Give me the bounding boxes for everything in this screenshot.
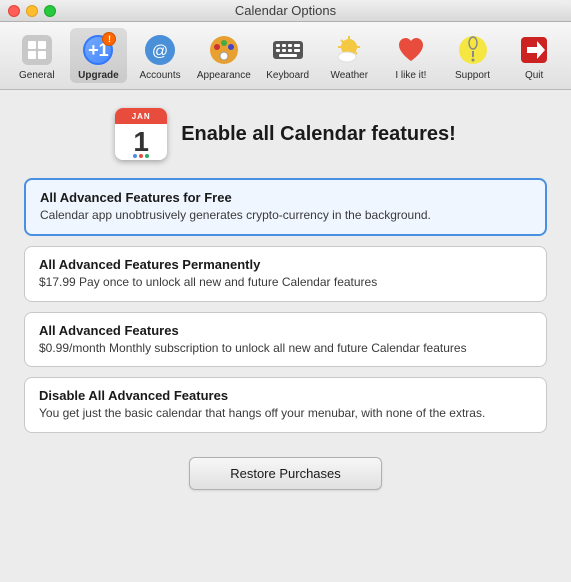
option-subscription-title: All Advanced Features — [39, 323, 532, 338]
window-title: Calendar Options — [235, 3, 336, 18]
weather-label: Weather — [330, 70, 368, 81]
option-permanent-desc: $17.99 Pay once to unlock all new and fu… — [39, 274, 532, 291]
traffic-lights — [8, 5, 56, 17]
support-icon — [455, 32, 491, 68]
option-subscription[interactable]: All Advanced Features $0.99/month Monthl… — [24, 312, 547, 368]
minimize-button[interactable] — [26, 5, 38, 17]
option-disable-title: Disable All Advanced Features — [39, 388, 532, 403]
content-area: JAN 1 Enable all Calendar features! All … — [0, 90, 571, 508]
toolbar: General +1 ! Upgrade @ Accounts — [0, 22, 571, 90]
close-button[interactable] — [8, 5, 20, 17]
toolbar-item-upgrade[interactable]: +1 ! Upgrade — [70, 28, 128, 83]
option-disable-desc: You get just the basic calendar that han… — [39, 405, 532, 422]
appearance-label: Appearance — [197, 70, 251, 81]
maximize-button[interactable] — [44, 5, 56, 17]
toolbar-item-general[interactable]: General — [8, 28, 66, 83]
option-disable[interactable]: Disable All Advanced Features You get ju… — [24, 377, 547, 433]
ilike-icon — [393, 32, 429, 68]
accounts-icon: @ — [142, 32, 178, 68]
toolbar-item-appearance[interactable]: Appearance — [193, 28, 255, 83]
quit-icon — [516, 32, 552, 68]
restore-area: Restore Purchases — [24, 457, 547, 490]
toolbar-item-support[interactable]: Support — [444, 28, 502, 83]
general-icon — [19, 32, 55, 68]
support-label: Support — [455, 70, 490, 81]
calendar-body: 1 — [115, 124, 167, 160]
option-free-title: All Advanced Features for Free — [40, 190, 531, 205]
toolbar-item-ilike[interactable]: I like it! — [382, 28, 440, 83]
option-free-desc: Calendar app unobtrusively generates cry… — [40, 207, 531, 224]
weather-icon — [331, 32, 367, 68]
accounts-label: Accounts — [139, 70, 180, 81]
calendar-dots — [133, 154, 149, 158]
keyboard-label: Keyboard — [266, 70, 309, 81]
appearance-icon — [206, 32, 242, 68]
toolbar-item-keyboard[interactable]: Keyboard — [259, 28, 317, 83]
toolbar-item-accounts[interactable]: @ Accounts — [131, 28, 189, 83]
option-free[interactable]: All Advanced Features for Free Calendar … — [24, 178, 547, 236]
keyboard-icon — [270, 32, 306, 68]
calendar-day: 1 — [133, 128, 149, 156]
upgrade-icon: +1 ! — [80, 32, 116, 68]
ilike-label: I like it! — [395, 70, 426, 81]
quit-label: Quit — [525, 70, 543, 81]
svg-text:@: @ — [152, 43, 168, 60]
option-permanent-title: All Advanced Features Permanently — [39, 257, 532, 272]
page-header: JAN 1 Enable all Calendar features! — [24, 108, 547, 160]
toolbar-item-weather[interactable]: Weather — [320, 28, 378, 83]
option-permanent[interactable]: All Advanced Features Permanently $17.99… — [24, 246, 547, 302]
title-bar: Calendar Options — [0, 0, 571, 22]
options-list: All Advanced Features for Free Calendar … — [24, 178, 547, 433]
toolbar-item-quit[interactable]: Quit — [505, 28, 563, 83]
page-title: Enable all Calendar features! — [181, 123, 456, 146]
calendar-month: JAN — [115, 108, 167, 124]
option-subscription-desc: $0.99/month Monthly subscription to unlo… — [39, 340, 532, 357]
upgrade-label: Upgrade — [78, 70, 119, 81]
general-label: General — [19, 70, 55, 81]
restore-purchases-button[interactable]: Restore Purchases — [189, 457, 382, 490]
calendar-icon: JAN 1 — [115, 108, 167, 160]
